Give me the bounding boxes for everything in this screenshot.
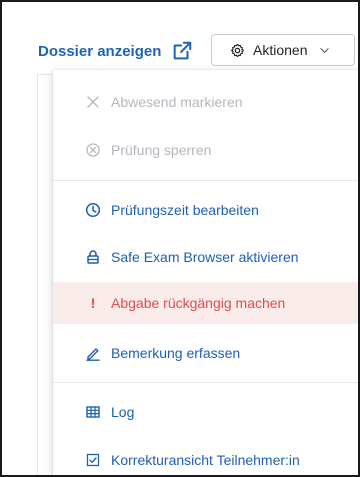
menu-item-safe-exam-browser-aktivieren[interactable]: Safe Exam Browser aktivieren (53, 237, 358, 277)
table-icon (86, 406, 100, 418)
menu-item-korrekturansicht-teilnehmer[interactable]: Korrekturansicht Teilnehmer:in (53, 440, 358, 475)
top-bar: Dossier anzeigen Aktionen (2, 2, 358, 74)
lock-icon (87, 250, 99, 264)
checkbox-icon (86, 453, 100, 467)
menu-item-bemerkung-erfassen[interactable]: Bemerkung erfassen (53, 333, 358, 373)
circle-x-icon (86, 143, 100, 157)
menu-item-pruefungszeit-bearbeiten[interactable]: Prüfungszeit bearbeiten (53, 190, 358, 230)
pencil-icon (86, 348, 100, 361)
menu-item-log[interactable]: Log (53, 392, 358, 432)
dossier-anzeigen-link[interactable]: Dossier anzeigen (38, 37, 193, 65)
menu-item-label: Abgabe rückgängig machen (111, 295, 286, 311)
aktionen-label: Aktionen (253, 42, 308, 58)
menu-item-pruefung-sperren[interactable]: Prüfung sperren (53, 130, 358, 170)
menu-divider (53, 382, 358, 383)
menu-item-label: Bemerkung erfassen (111, 345, 241, 361)
menu-item-abgabe-rueckgaengig-machen[interactable]: ! Abgabe rückgängig machen (53, 282, 358, 324)
gear-icon (231, 43, 244, 57)
page-border-left (37, 74, 38, 475)
menu-item-label: Abwesend markieren (111, 94, 243, 110)
screenshot-frame: Dossier anzeigen Aktionen Abwesend marki… (0, 0, 360, 477)
menu-item-label: Log (111, 404, 135, 420)
menu-item-label: Korrekturansicht Teilnehmer:in (111, 452, 300, 468)
dossier-link-label: Dossier anzeigen (38, 42, 162, 60)
clock-icon (85, 202, 101, 218)
external-link-icon (174, 41, 192, 60)
menu-item-label: Prüfungszeit bearbeiten (111, 202, 259, 218)
menu-item-abwesend-markieren[interactable]: Abwesend markieren (53, 82, 358, 122)
menu-item-label: Prüfung sperren (111, 142, 212, 158)
aktionen-dropdown-menu: Abwesend markieren Prüfung sperren Prüfu… (53, 70, 358, 475)
exclamation-icon: ! (90, 295, 96, 311)
chevron-down-icon (320, 47, 330, 53)
aktionen-button[interactable]: Aktionen (211, 34, 355, 66)
close-x-icon (87, 96, 99, 108)
menu-item-label: Safe Exam Browser aktivieren (111, 249, 299, 265)
menu-divider (53, 180, 358, 181)
